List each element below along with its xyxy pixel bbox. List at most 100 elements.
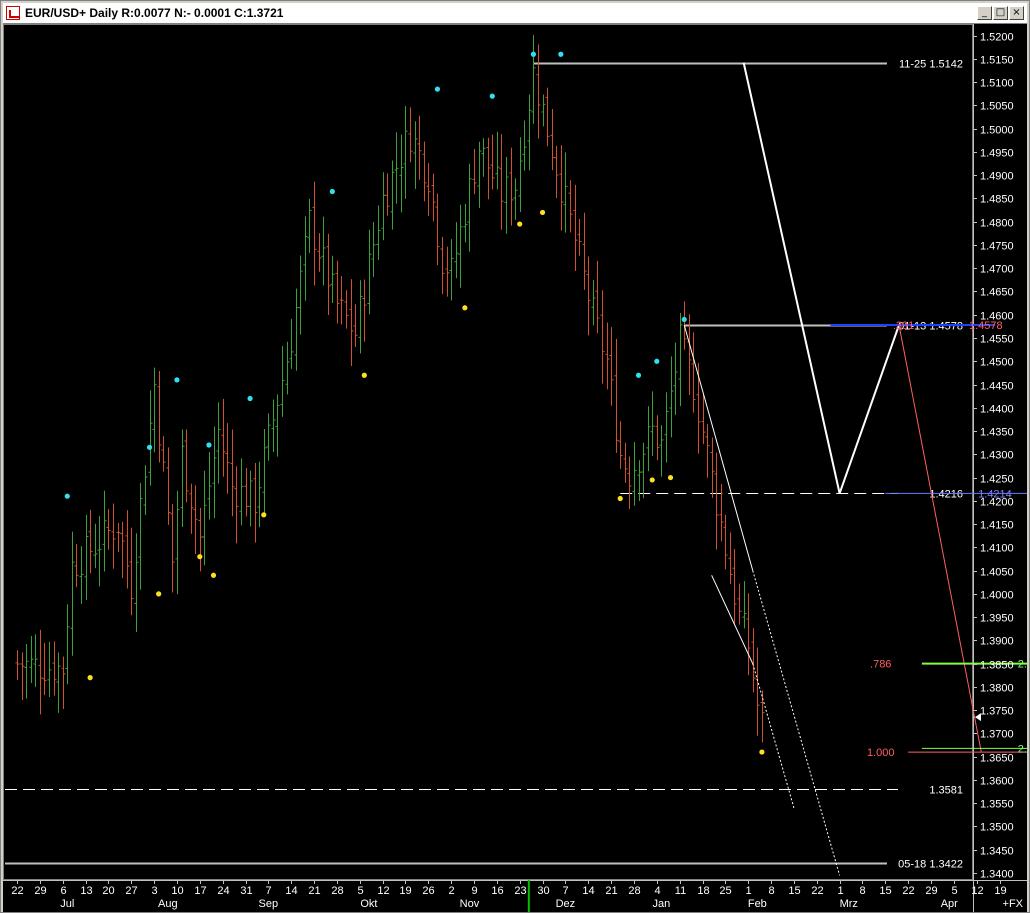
price-bar <box>47 641 52 698</box>
swing-high-dot <box>434 86 441 92</box>
y-tick-label: 1.5200 <box>980 32 1014 44</box>
x-tick-label: 4 <box>654 885 660 897</box>
price-bar <box>646 406 651 472</box>
price-bar <box>454 222 459 279</box>
price-bar <box>504 157 509 234</box>
month-label: Mrz <box>840 898 858 910</box>
x-tick-label: 1 <box>837 885 843 897</box>
fib-label: 2.000 <box>1018 659 1027 671</box>
price-bar <box>650 391 655 456</box>
price-bar <box>216 402 221 484</box>
price-bar <box>582 212 587 290</box>
price-bar <box>554 145 559 199</box>
x-tick-label: 22 <box>11 885 23 897</box>
price-bar <box>513 178 518 220</box>
y-tick-label: 1.3500 <box>980 822 1014 834</box>
price-bar <box>349 279 354 367</box>
price-bar <box>330 255 335 304</box>
y-tick-label: 1.4500 <box>980 357 1014 369</box>
x-tick-label: 20 <box>102 885 114 897</box>
price-bar <box>189 483 194 534</box>
swing-low-dot <box>617 495 623 502</box>
x-tick-label: 9 <box>471 885 477 897</box>
price-bar <box>339 275 344 325</box>
y-tick-label: 1.3900 <box>980 636 1014 648</box>
x-tick-label: 24 <box>217 885 229 897</box>
price-bar <box>157 371 162 463</box>
swing-high-dot <box>681 316 687 323</box>
month-label: Jul <box>60 898 74 910</box>
y-tick-label: 1.4300 <box>980 450 1014 462</box>
close-button[interactable]: × <box>1009 6 1024 20</box>
price-bar <box>289 318 294 369</box>
price-bar <box>29 635 34 684</box>
y-tick-label: 1.3700 <box>980 729 1014 741</box>
x-tick-label: 16 <box>491 885 503 897</box>
y-tick-label: 1.3650 <box>980 753 1014 765</box>
price-bar <box>422 141 427 202</box>
price-bar <box>673 342 678 415</box>
price-bar <box>623 442 628 483</box>
minimize-button[interactable]: _ <box>977 6 992 20</box>
y-tick-label: 1.4600 <box>980 311 1014 323</box>
title-bar[interactable]: EUR/USD+ Daily R:0.0077 N:- 0.0001 C:1.3… <box>3 3 1027 24</box>
price-bar <box>627 456 632 509</box>
x-tick-label: 31 <box>240 885 252 897</box>
price-bar <box>605 322 610 390</box>
price-bar <box>253 462 258 543</box>
swing-low-dot <box>156 591 162 597</box>
x-tick-label: 8 <box>768 885 774 897</box>
y-tick-label: 1.5000 <box>980 125 1014 137</box>
price-bar <box>52 641 57 696</box>
swing-low-dot <box>462 305 468 311</box>
price-bar <box>664 392 669 463</box>
price-bar <box>70 531 75 656</box>
swing-high-dot <box>247 395 253 402</box>
price-bar <box>710 437 715 498</box>
month-label: Sep <box>259 898 279 910</box>
axis-layer: 1.3400 1.3450 1.3500 1.3550 1.3600 1.3650 1.37… <box>11 32 1024 912</box>
price-bar <box>20 652 25 701</box>
x-tick-label: 5 <box>357 885 363 897</box>
swing-high-dot <box>635 372 642 378</box>
y-tick-label: 1.3600 <box>980 776 1014 788</box>
x-tick-label: 27 <box>125 885 137 897</box>
price-bar <box>705 423 710 478</box>
month-label: Feb <box>748 898 767 910</box>
price-bar <box>431 173 436 222</box>
x-tick-label: 10 <box>171 885 183 897</box>
month-label: Apr <box>941 898 958 910</box>
price-bar <box>618 421 623 469</box>
level-label: 1.3581 <box>929 785 963 797</box>
y-tick-label: 1.3400 <box>980 869 1014 881</box>
price-bar <box>577 218 582 256</box>
chart-area[interactable]: 11-25 1.5142 01-13 1.4578 1.4216 1.3581 05-1… <box>3 24 1027 912</box>
swing-low-dot <box>759 749 765 755</box>
price-bar <box>536 44 541 139</box>
price-bar <box>61 656 66 710</box>
price-chart[interactable]: 11-25 1.514201-13 1.45781.42161.358105-1… <box>3 24 1027 912</box>
price-bar <box>527 94 532 171</box>
y-tick-label: 1.4450 <box>980 381 1014 393</box>
price-bar <box>221 398 226 477</box>
price-bar <box>568 180 573 233</box>
price-bar <box>180 429 185 528</box>
price-bar <box>394 132 399 204</box>
y-tick-label: 1.3750 <box>980 706 1014 718</box>
price-bar <box>632 442 637 506</box>
swing-high-dot <box>146 444 153 450</box>
price-bar <box>79 546 84 604</box>
maximize-button[interactable]: □ <box>993 6 1008 20</box>
x-tick-label: 29 <box>925 885 937 897</box>
price-bar <box>467 163 472 252</box>
price-bar <box>541 94 546 127</box>
x-tick-label: 28 <box>331 885 343 897</box>
y-tick-label: 1.4550 <box>980 334 1014 346</box>
price-bar <box>559 145 564 231</box>
price-bar <box>143 465 148 515</box>
level-label: 1.4216 <box>929 489 963 501</box>
projection-line <box>711 575 754 664</box>
price-bar <box>285 341 290 395</box>
price-bar <box>403 105 408 199</box>
price-bar <box>170 504 175 593</box>
